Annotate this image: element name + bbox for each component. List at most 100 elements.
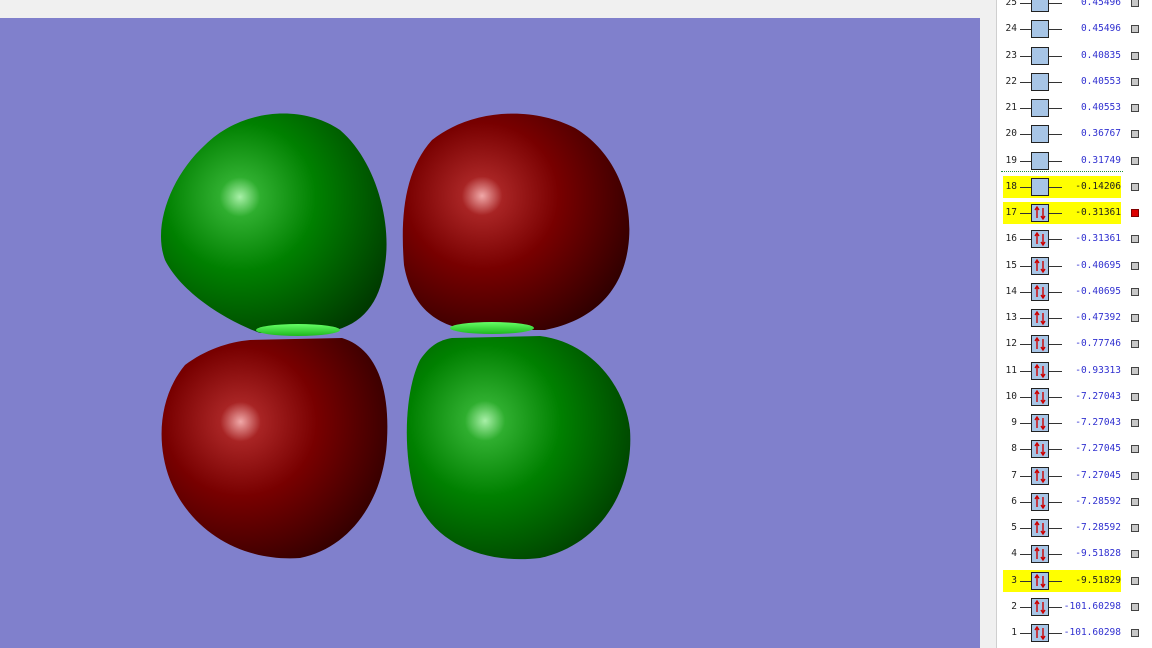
mo-number: 2 — [1011, 600, 1017, 612]
mo-row-24[interactable]: 24 0.45496 — [997, 16, 1152, 42]
mo-visible-checkbox[interactable] — [1131, 471, 1139, 480]
mo-visible-checkbox[interactable] — [1131, 261, 1139, 270]
empty-orbital-box[interactable] — [1031, 125, 1049, 144]
electron-pair-icon[interactable] — [1031, 335, 1049, 354]
mo-energy: 0.36767 — [1080, 128, 1121, 140]
mo-row-22[interactable]: 22 0.40553 — [997, 69, 1152, 95]
lobe-bottom-right-green-icon — [406, 336, 631, 560]
splitter[interactable] — [980, 0, 996, 648]
mo-energy: -101.60298 — [1063, 627, 1121, 638]
empty-orbital-box[interactable] — [1031, 99, 1049, 117]
mo-visible-checkbox[interactable] — [1131, 445, 1139, 454]
mo-row-10[interactable]: 10 -7.27043 — [997, 384, 1152, 410]
mo-number: 5 — [1011, 522, 1017, 533]
mo-row-25[interactable]: 25 0.45496 — [997, 0, 1152, 16]
mo-row-5[interactable]: 5 -7.28592 — [997, 515, 1152, 541]
mo-visible-checkbox[interactable] — [1131, 77, 1139, 86]
mo-row-12[interactable]: 12 -0.77746 — [997, 331, 1152, 357]
mo-visible-checkbox[interactable] — [1131, 497, 1139, 506]
mo-row-15[interactable]: 15 -0.40695 — [997, 253, 1152, 279]
empty-orbital-box[interactable] — [1031, 177, 1049, 196]
molecule-3d-viewport[interactable] — [0, 18, 980, 648]
electron-pair-icon[interactable] — [1031, 545, 1049, 564]
mo-energy: -7.27043 — [1075, 417, 1121, 428]
electron-pair-icon[interactable] — [1031, 492, 1049, 511]
mo-row-2[interactable]: 2 -101.60298 — [997, 594, 1152, 620]
mo-row-18[interactable]: 18 -0.14206 — [997, 174, 1152, 200]
empty-orbital-box[interactable] — [1031, 0, 1049, 12]
mo-visible-checkbox[interactable] — [1131, 25, 1139, 34]
mo-visible-checkbox[interactable] — [1131, 366, 1139, 375]
mo-number: 18 — [1005, 180, 1017, 192]
mo-visible-checkbox[interactable] — [1131, 419, 1139, 427]
mo-visible-checkbox[interactable] — [1131, 287, 1139, 296]
mo-visible-checkbox[interactable] — [1131, 550, 1139, 559]
electron-pair-icon[interactable] — [1031, 256, 1049, 275]
mo-energy: -7.28592 — [1075, 495, 1121, 507]
mo-row-7[interactable]: 7 -7.27045 — [997, 463, 1152, 489]
lobe-bottom-left-red-icon — [161, 338, 388, 559]
mo-visible-checkbox[interactable] — [1131, 392, 1139, 401]
mo-visible-checkbox[interactable] — [1131, 629, 1139, 637]
empty-orbital-box[interactable] — [1031, 151, 1049, 170]
mo-row-17[interactable]: 17 -0.31361 — [997, 200, 1152, 226]
mo-row-8[interactable]: 8 -7.27045 — [997, 436, 1152, 462]
mo-visible-checkbox[interactable] — [1131, 156, 1139, 165]
mo-row-4[interactable]: 4 -9.51828 — [997, 541, 1152, 567]
atom-nucleus-left-icon — [256, 324, 340, 336]
mo-row-3[interactable]: 3 -9.51829 — [997, 568, 1152, 594]
mo-energy: -0.40695 — [1075, 285, 1121, 297]
mo-visible-checkbox[interactable] — [1131, 576, 1139, 585]
mo-visible-checkbox[interactable] — [1131, 51, 1139, 60]
electron-pair-icon[interactable] — [1031, 361, 1049, 380]
mo-number: 19 — [1005, 154, 1017, 166]
mo-energy: -101.60298 — [1063, 600, 1121, 612]
mo-visible-checkbox[interactable] — [1131, 104, 1139, 112]
mo-row-14[interactable]: 14 -0.40695 — [997, 279, 1152, 305]
electron-pair-icon[interactable] — [1031, 282, 1049, 301]
mo-number: 13 — [1005, 312, 1017, 323]
mo-energy: 0.45496 — [1080, 23, 1121, 35]
electron-pair-icon[interactable] — [1031, 571, 1049, 590]
mo-number: 15 — [1005, 259, 1017, 271]
mo-row-16[interactable]: 16 -0.31361 — [997, 226, 1152, 252]
mo-row-20[interactable]: 20 0.36767 — [997, 121, 1152, 147]
electron-pair-icon[interactable] — [1031, 414, 1049, 432]
mo-number: 25 — [1005, 0, 1017, 8]
electron-pair-icon[interactable] — [1031, 387, 1049, 406]
mo-visible-checkbox[interactable] — [1131, 209, 1139, 217]
mo-visible-checkbox[interactable] — [1131, 182, 1139, 191]
electron-pair-icon[interactable] — [1031, 466, 1049, 485]
empty-orbital-box[interactable] — [1031, 46, 1049, 65]
mo-visible-checkbox[interactable] — [1131, 235, 1139, 244]
mo-row-9[interactable]: 9 -7.27043 — [997, 410, 1152, 436]
mo-row-21[interactable]: 21 0.40553 — [997, 95, 1152, 121]
mo-row-11[interactable]: 11 -0.93313 — [997, 358, 1152, 384]
empty-orbital-box[interactable] — [1031, 20, 1049, 39]
mo-row-6[interactable]: 6 -7.28592 — [997, 489, 1152, 515]
mo-row-19[interactable]: 19 0.31749 — [997, 148, 1152, 174]
empty-orbital-box[interactable] — [1031, 72, 1049, 91]
mo-energy: -7.27045 — [1075, 469, 1121, 481]
mo-visible-checkbox[interactable] — [1131, 0, 1139, 7]
mo-number: 4 — [1011, 548, 1017, 560]
mo-energy: -0.31361 — [1075, 207, 1121, 218]
electron-pair-icon[interactable] — [1031, 440, 1049, 459]
electron-pair-icon[interactable] — [1031, 624, 1049, 642]
electron-pair-icon[interactable] — [1031, 519, 1049, 537]
mo-visible-checkbox[interactable] — [1131, 340, 1139, 349]
mo-row-13[interactable]: 13 -0.47392 — [997, 305, 1152, 331]
electron-pair-icon[interactable] — [1031, 309, 1049, 327]
electron-pair-icon[interactable] — [1031, 204, 1049, 222]
mo-energy: -0.77746 — [1075, 338, 1121, 350]
electron-pair-icon[interactable] — [1031, 230, 1049, 249]
mo-visible-checkbox[interactable] — [1131, 314, 1139, 322]
mo-row-23[interactable]: 23 0.40835 — [997, 43, 1152, 69]
mo-energy: -0.40695 — [1075, 259, 1121, 271]
mo-row-1[interactable]: 1 -101.60298 — [997, 620, 1152, 646]
electron-pair-icon[interactable] — [1031, 597, 1049, 616]
mo-visible-checkbox[interactable] — [1131, 130, 1139, 139]
mo-number: 6 — [1011, 495, 1017, 507]
mo-visible-checkbox[interactable] — [1131, 524, 1139, 532]
mo-visible-checkbox[interactable] — [1131, 602, 1139, 611]
